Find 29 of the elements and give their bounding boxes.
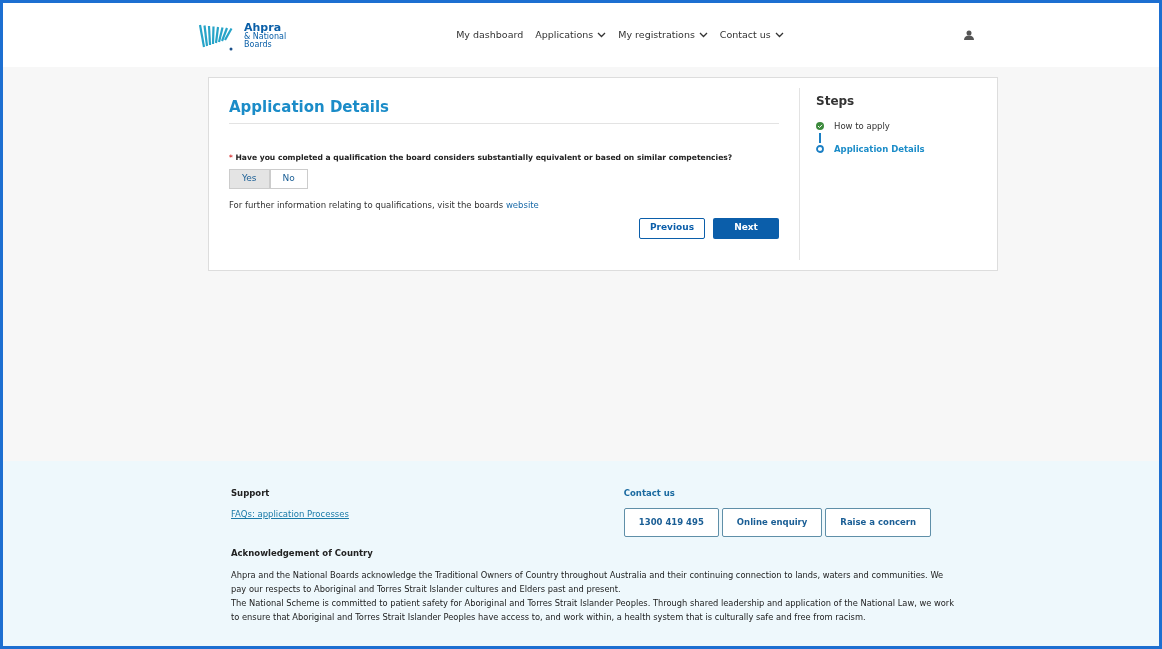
nav-link[interactable]: Contact us	[719, 27, 784, 43]
contact-title: Contact us	[623, 487, 676, 500]
acknowledgement-text: The National Scheme is committed to patient safety for Aboriginal and Torres Strait Islander Peoples. Through shared leadership and application of the National Law, we work to ensure that Aboriginal and Torres Strait Islander Peoples have access to, and work within, a health system that is culturally safe and free from racism.	[231, 596, 956, 624]
nav-link[interactable]: My registrations	[618, 27, 708, 43]
option-button[interactable]: Yes	[229, 168, 270, 189]
acknowledgement-text: Ahpra and the National Boards acknowledge the Traditional Owners of Country throughout Australia and their continuing connection to lands, waters and communities. We pay our respects to Aboriginal and Torres Strait Islander cultures and Elders past and present.	[231, 568, 945, 596]
option-button[interactable]: No	[269, 168, 308, 189]
support-title: Support	[231, 487, 271, 500]
logo-text: Ahpra	[244, 21, 282, 33]
step-label[interactable]: How to apply	[834, 120, 890, 133]
info-text: For further information relating to qualifications, visit the boards website	[229, 198, 540, 212]
nav-link[interactable]: My dashboard	[456, 27, 524, 43]
user-icon[interactable]	[964, 30, 974, 40]
page-title: Application Details	[229, 96, 779, 124]
next-button[interactable]: Next	[713, 217, 779, 239]
logo[interactable]: Ahpra & National Boards	[198, 19, 287, 51]
previous-button[interactable]: Previous	[639, 217, 705, 239]
contact-button[interactable]: Online enquiry	[721, 507, 823, 537]
step-connector	[819, 132, 821, 143]
contact-button[interactable]: 1300 419 495	[623, 507, 719, 537]
logo-subtitle: & National	[244, 32, 287, 41]
logo-subtitle: Boards	[244, 40, 273, 49]
website-link[interactable]: website	[505, 199, 539, 210]
acknowledgement-title: Acknowledgement of Country	[231, 546, 374, 560]
nav-link[interactable]: Applications	[535, 27, 607, 43]
contact-button[interactable]: Raise a concern	[825, 507, 931, 537]
faq-link[interactable]: FAQs: application Processes	[231, 507, 624, 521]
steps-title: Steps	[816, 93, 856, 110]
step-label[interactable]: Application Details	[834, 142, 925, 156]
